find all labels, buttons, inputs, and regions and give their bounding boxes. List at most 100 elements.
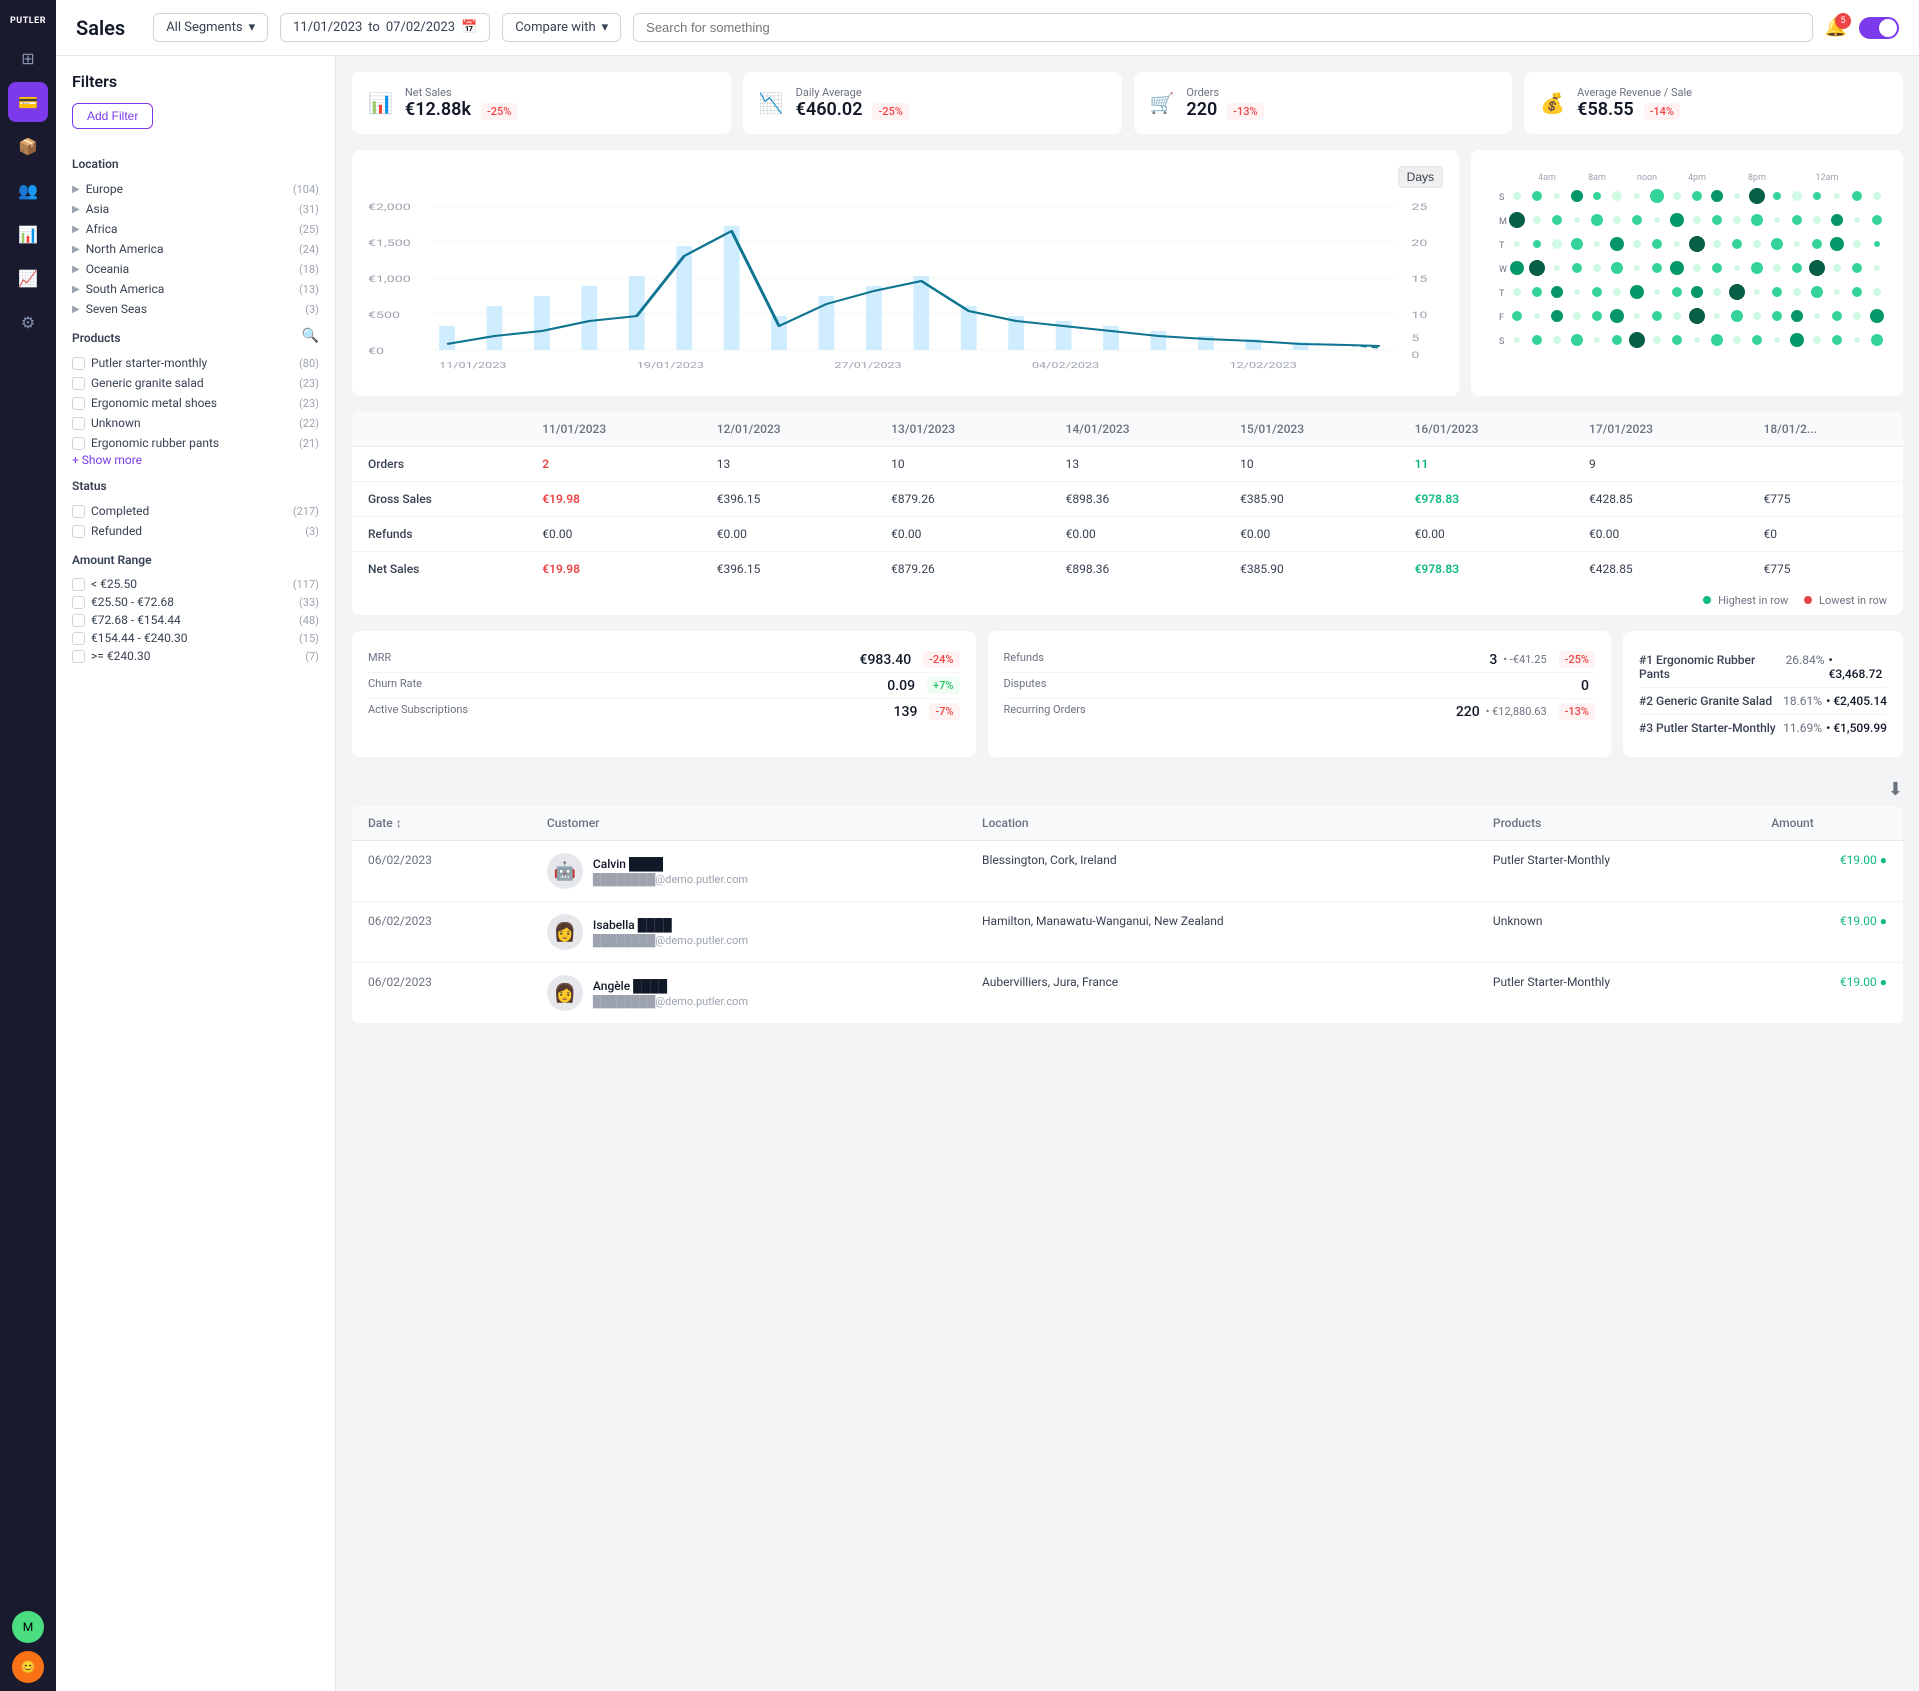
customer-email: ████████@demo.putler.com [593,873,748,886]
compare-selector[interactable]: Compare with ▾ [502,13,621,42]
table-cell: €978.83 [1399,482,1573,517]
show-more-products[interactable]: + Show more [72,453,319,467]
table-cell: €775 [1748,552,1903,587]
customer-date: 06/02/2023 [352,841,531,902]
location-filter-item[interactable]: ▶South America(13) [72,279,319,299]
sidebar-icon-analytics[interactable]: 📊 [8,214,48,254]
col-date-2: 12/01/2023 [701,412,875,447]
customer-table-body: 06/02/2023 🤖 Calvin ████ ████████@demo.p… [352,841,1903,1024]
col-date-1: 11/01/2023 [526,412,700,447]
sales-data-table: 11/01/2023 12/01/2023 13/01/2023 14/01/2… [352,412,1903,586]
status-filter-item[interactable]: Refunded(3) [72,521,319,541]
customer-avatar: 👩 [547,914,583,950]
sidebar-icon-products[interactable]: 📦 [8,126,48,166]
net-sales-badge: -25% [481,103,517,120]
download-button[interactable]: ⬇ [1888,779,1903,800]
products-filter-list: Putler starter-monthly(80)Generic granit… [72,353,319,453]
avatar-m[interactable]: M [12,1611,44,1643]
sales-table-body: Orders213101310119Gross Sales€19.98€396.… [352,447,1903,587]
app-logo: PUTLER [6,8,50,34]
highest-dot [1703,596,1711,604]
svg-text:€1,000: €1,000 [368,274,411,285]
amount-filter-item[interactable]: €25.50 - €72.68(33) [72,593,319,611]
customer-name: Isabella ████ [593,918,748,932]
kpi-orders: 🛒 Orders 220 -13% [1134,72,1513,134]
download-row: ⬇ [352,773,1903,806]
metrics-mid-card: Refunds3• -€41.25-25%Disputes0Recurring … [988,631,1612,757]
sidebar-icon-home[interactable]: ⊞ [8,38,48,78]
customer-product: Putler Starter-Monthly [1477,963,1755,1024]
svg-text:25: 25 [1411,202,1427,213]
status-filter-item[interactable]: Completed(217) [72,501,319,521]
amount-filter-item[interactable]: €72.68 - €154.44(48) [72,611,319,629]
customer-name: Calvin ████ [593,857,748,871]
product-filter-item[interactable]: Putler starter-monthly(80) [72,353,319,373]
notifications-bell[interactable]: 🔔 5 [1825,17,1847,38]
sidebar-icon-customers[interactable]: 👥 [8,170,48,210]
amount-filter-item[interactable]: €154.44 - €240.30(15) [72,629,319,647]
customer-table: Date ↕ Customer Location Products Amount… [352,806,1903,1024]
avatar-emoji[interactable]: 😊 [12,1651,44,1683]
location-filter-item[interactable]: ▶Oceania(18) [72,259,319,279]
product-filter-item[interactable]: Generic granite salad(23) [72,373,319,393]
dot-chart-card: 4am 8am noon 4pm 8pm 12am S M T W T F S [1471,150,1903,396]
customer-avatar: 👩 [547,975,583,1011]
table-cell: €0.00 [701,517,875,552]
net-sales-label: Net Sales [405,86,517,99]
amount-filter-item[interactable]: < €25.50(117) [72,575,319,593]
location-filter-item[interactable]: ▶Seven Seas(3) [72,299,319,319]
table-cell: €0.00 [1399,517,1573,552]
theme-toggle[interactable] [1859,17,1899,39]
metrics-left-item: MRR€983.40-24% [368,647,960,673]
customer-product: Putler Starter-Monthly [1477,841,1755,902]
col-customer: Customer [531,806,966,841]
chart-legend: Highest in row Lowest in row [352,586,1903,615]
amount-filter-item[interactable]: >= €240.30(7) [72,647,319,665]
sidebar-icon-settings[interactable]: ⚙ [8,302,48,342]
add-filter-button[interactable]: Add Filter [72,103,153,129]
svg-text:€1,500: €1,500 [368,238,411,249]
table-cell: €879.26 [875,482,1049,517]
location-filter-item[interactable]: ▶Europe(104) [72,179,319,199]
segment-selector[interactable]: All Segments ▾ [153,13,268,42]
table-cell: €898.36 [1050,552,1224,587]
table-cell: €0.00 [1573,517,1747,552]
orders-label: Orders [1186,86,1263,99]
table-cell: €775 [1748,482,1903,517]
col-date-6: 16/01/2023 [1399,412,1573,447]
metrics-left-item: Active Subscriptions139-7% [368,699,960,724]
orders-value: 220 [1186,99,1217,120]
col-location: Location [966,806,1477,841]
top-products-card: #1 Ergonomic Rubber Pants26.84%• €3,468.… [1623,631,1903,757]
table-cell: €0.00 [526,517,700,552]
product-filter-item[interactable]: Ergonomic rubber pants(21) [72,433,319,453]
table-row: Refunds€0.00€0.00€0.00€0.00€0.00€0.00€0.… [352,517,1903,552]
product-filter-item[interactable]: Unknown(22) [72,413,319,433]
table-cell: €879.26 [875,552,1049,587]
table-cell: €19.98 [526,552,700,587]
table-cell: 9 [1573,447,1747,482]
table-cell: €978.83 [1399,552,1573,587]
chart-days-button[interactable]: Days [1398,166,1443,188]
date-range-picker[interactable]: 11/01/2023 to 07/02/2023 📅 [280,13,490,42]
daily-avg-value: €460.02 [796,99,863,120]
location-filter-item[interactable]: ▶North America(24) [72,239,319,259]
sales-data-table-card: 11/01/2023 12/01/2023 13/01/2023 14/01/2… [352,412,1903,615]
search-input[interactable] [633,13,1812,42]
svg-text:T: T [1499,241,1505,251]
location-filter-item[interactable]: ▶Asia(31) [72,199,319,219]
top-products-list: #1 Ergonomic Rubber Pants26.84%• €3,468.… [1639,647,1887,741]
lowest-legend: Lowest in row [1804,594,1887,607]
sidebar-icon-sales[interactable]: 💳 [8,82,48,122]
customer-product: Unknown [1477,902,1755,963]
svg-text:8am: 8am [1588,173,1606,183]
customer-amount: €19.00 ● [1755,902,1903,963]
products-search-icon[interactable]: 🔍 [302,328,319,344]
table-cell: 13 [1050,447,1224,482]
location-filter-item[interactable]: ▶Africa(25) [72,219,319,239]
table-row: Gross Sales€19.98€396.15€879.26€898.36€3… [352,482,1903,517]
sidebar-icon-reports[interactable]: 📈 [8,258,48,298]
product-filter-item[interactable]: Ergonomic metal shoes(23) [72,393,319,413]
chevron-down-icon: ▾ [602,20,609,35]
daily-avg-badge: -25% [872,103,908,120]
